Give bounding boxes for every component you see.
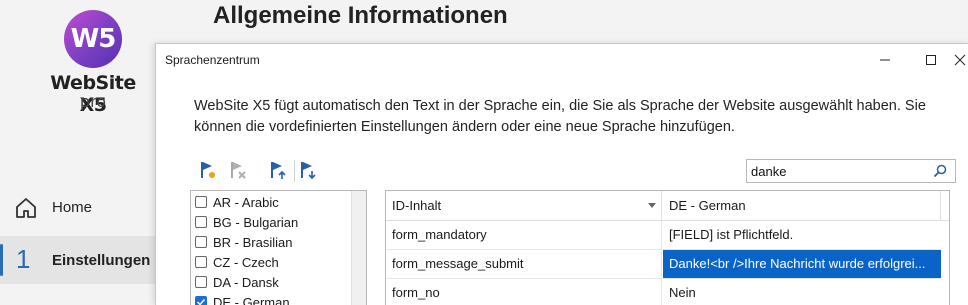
add-language-icon — [196, 158, 220, 182]
cell-id[interactable]: form_message_submit — [386, 250, 662, 278]
toolbar-separator — [294, 160, 295, 182]
language-item[interactable]: BR - Brasilian — [191, 232, 292, 252]
sort-arrow-icon — [648, 203, 656, 208]
nav-item-settings[interactable]: 1 Einstellungen — [0, 236, 155, 284]
dialog-title: Sprachenzentrum — [165, 53, 260, 67]
remove-language-icon — [226, 158, 250, 182]
app-logo: W5 WebSite X5 pro — [40, 8, 150, 123]
language-checkbox[interactable] — [195, 196, 207, 208]
language-checkbox[interactable] — [195, 276, 207, 288]
language-checkbox[interactable] — [195, 256, 207, 268]
search-box — [746, 159, 956, 183]
language-label: DA - Dansk — [213, 275, 279, 290]
minimize-icon — [879, 54, 891, 66]
dialog-titlebar[interactable]: Sprachenzentrum — [156, 44, 968, 75]
logo-sub: pro — [40, 94, 146, 110]
export-language-icon — [296, 158, 320, 182]
app-sidebar: W5 WebSite X5 pro Home 1 Einstellungen — [0, 0, 155, 304]
cell-id[interactable]: form_mandatory — [386, 221, 662, 249]
maximize-icon — [925, 54, 937, 66]
table-row[interactable]: form_mandatory [FIELD] ist Pflichtfeld. — [386, 221, 950, 250]
language-item[interactable]: CZ - Czech — [191, 252, 279, 272]
grid-scrollbar[interactable] — [941, 221, 950, 305]
minimize-button[interactable] — [862, 44, 908, 75]
cell-value-selected[interactable]: Danke!<br />Ihre Nachricht wurde erfolgr… — [663, 250, 941, 278]
language-list-scrollbar[interactable] — [351, 191, 366, 305]
language-center-dialog: Sprachenzentrum WebSite X5 fügt automati… — [155, 43, 968, 305]
close-icon — [954, 54, 966, 66]
language-checkbox[interactable] — [195, 216, 207, 228]
language-list: AR - Arabic BG - Bulgarian BR - Brasilia… — [190, 190, 367, 305]
cell-value[interactable]: Nein — [663, 279, 941, 305]
nav-item-home[interactable]: Home — [0, 184, 155, 232]
nav-active-indicator — [0, 244, 3, 276]
nav-settings-label: Einstellungen — [52, 252, 150, 269]
search-input[interactable] — [748, 161, 934, 181]
close-button[interactable] — [954, 44, 968, 75]
language-label: BG - Bulgarian — [213, 215, 298, 230]
add-language-button[interactable] — [196, 158, 220, 182]
column-header-id-label: ID-Inhalt — [392, 198, 441, 213]
column-header-id[interactable]: ID-Inhalt — [386, 191, 662, 220]
language-label: BR - Brasilian — [213, 235, 292, 250]
cell-id[interactable]: form_no — [386, 279, 662, 305]
nav-settings-number: 1 — [16, 244, 30, 275]
language-item[interactable]: AR - Arabic — [191, 192, 279, 212]
nav-home-label: Home — [52, 199, 92, 216]
translation-grid: ID-Inhalt DE - German form_mandatory [FI… — [385, 190, 950, 305]
home-icon — [14, 196, 38, 220]
table-row[interactable]: form_no Nein — [386, 279, 950, 305]
page-title: Allgemeine Informationen — [213, 2, 508, 30]
search-icon[interactable] — [933, 164, 947, 178]
import-language-button[interactable] — [266, 158, 290, 182]
language-item[interactable]: DA - Dansk — [191, 272, 279, 292]
language-checkbox[interactable] — [195, 236, 207, 248]
column-header-language[interactable]: DE - German — [663, 191, 941, 220]
cell-value[interactable]: [FIELD] ist Pflichtfeld. — [663, 221, 941, 249]
maximize-button[interactable] — [908, 44, 954, 75]
language-item[interactable]: BG - Bulgarian — [191, 212, 298, 232]
dialog-description: WebSite X5 fügt automatisch den Text in … — [194, 96, 964, 138]
logo-mark: W5 — [64, 10, 122, 68]
export-language-button[interactable] — [296, 158, 320, 182]
language-item[interactable]: DE - German — [191, 292, 290, 305]
language-label: AR - Arabic — [213, 195, 279, 210]
remove-language-button[interactable] — [226, 158, 250, 182]
language-label: DE - German — [213, 295, 290, 305]
language-label: CZ - Czech — [213, 255, 279, 270]
table-row[interactable]: form_message_submit Danke!<br />Ihre Nac… — [386, 250, 950, 279]
grid-header: ID-Inhalt DE - German — [386, 191, 950, 221]
column-header-language-label: DE - German — [669, 198, 746, 213]
import-language-icon — [266, 158, 290, 182]
